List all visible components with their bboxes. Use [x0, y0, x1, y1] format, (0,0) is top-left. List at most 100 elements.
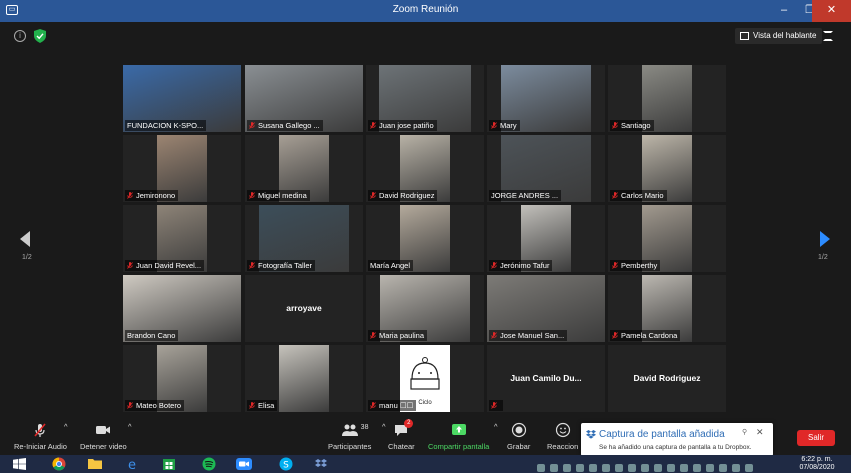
file-explorer-icon[interactable] — [84, 456, 106, 472]
participant-name-tag: Jose Manuel San... — [489, 330, 568, 341]
chat-unread-badge: 2 — [404, 419, 414, 428]
participant-tile[interactable]: Mateo Botero — [123, 345, 241, 412]
participant-tile[interactable]: David Rodriguez — [608, 345, 726, 412]
participant-name: Santiago — [621, 121, 651, 130]
share-screen-icon — [451, 424, 466, 435]
reactions-button[interactable]: Reaccion — [547, 422, 578, 451]
participant-tile[interactable]: Mary — [487, 65, 605, 132]
share-screen-button[interactable]: Compartir pantalla — [428, 422, 489, 451]
muted-mic-icon — [370, 401, 376, 409]
participant-tile[interactable]: Fotografía Taller — [245, 205, 363, 272]
participant-name: Brandon Cano — [127, 331, 176, 340]
video-label: Detener video — [80, 442, 127, 451]
participant-name: Mateo Botero — [136, 401, 182, 410]
skype-icon[interactable]: S — [275, 456, 297, 472]
participant-tile[interactable]: Jemironono — [123, 135, 241, 202]
info-icon[interactable]: i — [14, 30, 26, 42]
participant-name: Fotografía Taller — [258, 261, 313, 270]
leave-button[interactable]: Salir — [797, 430, 835, 446]
muted-mic-icon — [491, 401, 497, 409]
participant-name-tag: Miguel medina — [247, 190, 310, 201]
participant-tile[interactable]: Ciclo manu ☐☐ — [366, 345, 484, 412]
dropbox-taskbar-icon[interactable] — [310, 456, 332, 472]
participants-button[interactable]: 38 Participantes — [328, 422, 371, 451]
meeting-top-bar: i Vista del hablante — [0, 22, 851, 50]
participant-name-tag: Mateo Botero — [125, 400, 185, 411]
participant-tile[interactable]: Pemberthy — [608, 205, 726, 272]
video-camera-icon — [96, 426, 111, 434]
participant-tile[interactable]: arroyave — [245, 275, 363, 342]
share-options-caret[interactable]: ^ — [494, 422, 498, 431]
participant-tile[interactable]: Carlos Mario — [608, 135, 726, 202]
participant-tile[interactable]: Jerónimo Tafur — [487, 205, 605, 272]
encryption-shield-icon[interactable] — [34, 29, 46, 43]
muted-mic-icon — [249, 401, 255, 409]
participant-tile[interactable]: Elisa — [245, 345, 363, 412]
title-bar: ▭ Zoom Reunión – ❐ ✕ — [0, 0, 851, 22]
participants-options-caret[interactable]: ^ — [382, 422, 386, 431]
edge-icon[interactable]: e — [121, 456, 143, 472]
dropbox-icon — [586, 430, 596, 439]
page-indicator-right: 1/2 — [818, 254, 828, 261]
participant-name-tag: Fotografía Taller — [247, 260, 316, 271]
reactions-label: Reaccion — [547, 442, 579, 451]
participant-tile[interactable]: Maria paulina — [366, 275, 484, 342]
zoom-taskbar-icon[interactable] — [233, 456, 255, 472]
participant-tile[interactable]: Brandon Cano — [123, 275, 241, 342]
pin-icon[interactable]: ⚲ — [742, 428, 747, 436]
record-button[interactable]: Grabar — [507, 422, 530, 451]
muted-mic-icon — [249, 261, 255, 269]
participant-name-tag: Elisa — [247, 400, 278, 411]
participant-tile[interactable]: Susana Gallego ... — [245, 65, 363, 132]
chrome-icon[interactable] — [48, 456, 70, 472]
windows-taskbar: e S 6:22 p. m. 07/08/2020 — [0, 455, 851, 473]
participant-tile[interactable]: Juan David Revel... — [123, 205, 241, 272]
smiley-icon — [555, 422, 570, 438]
participant-tile[interactable]: Juan Camilo Du... — [487, 345, 605, 412]
taskbar-clock[interactable]: 6:22 p. m. 07/08/2020 — [796, 456, 838, 472]
participant-name: David Rodriguez — [379, 191, 435, 200]
participant-name: Miguel medina — [258, 191, 307, 200]
participant-tile[interactable]: David Rodriguez — [366, 135, 484, 202]
next-page-arrow[interactable] — [820, 231, 830, 247]
record-icon — [511, 422, 526, 438]
muted-mic-icon — [612, 261, 618, 269]
notification-close-icon[interactable]: ✕ — [756, 427, 764, 438]
close-button[interactable]: ✕ — [812, 0, 851, 22]
fullscreen-icon[interactable] — [823, 31, 833, 41]
participant-name-tag: Santiago — [610, 120, 654, 131]
participant-name: Susana Gallego ... — [258, 121, 320, 130]
muted-mic-icon — [612, 121, 618, 129]
store-icon[interactable] — [158, 456, 180, 472]
notification-title: Captura de pantalla añadida — [599, 429, 725, 440]
speaker-view-button[interactable]: Vista del hablante — [735, 28, 823, 44]
participant-tile[interactable]: FUNDACION K-SPO... — [123, 65, 241, 132]
muted-mic-icon — [249, 191, 255, 199]
participant-tile[interactable]: JORGE ANDRES ... — [487, 135, 605, 202]
participant-tile[interactable]: Pamela Cardona — [608, 275, 726, 342]
participant-tile[interactable]: Jose Manuel San... — [487, 275, 605, 342]
chat-button[interactable]: 2 Chatear — [388, 419, 415, 451]
dropbox-notification[interactable]: Captura de pantalla añadida Se ha añadid… — [581, 423, 773, 456]
video-button[interactable]: Detener video — [80, 422, 127, 451]
participant-name-tag: FUNDACION K-SPO... — [125, 120, 207, 131]
previous-page-arrow[interactable] — [20, 231, 30, 247]
muted-mic-icon — [370, 121, 376, 129]
spotify-icon[interactable] — [198, 456, 220, 472]
participant-display-name: David Rodriguez — [633, 373, 701, 383]
chat-icon-wrap: 2 — [393, 419, 414, 438]
audio-options-caret[interactable]: ^ — [64, 422, 68, 431]
system-tray[interactable] — [537, 459, 787, 472]
muted-mic-icon — [370, 331, 376, 339]
participant-tile[interactable]: Juan jose patiño — [366, 65, 484, 132]
participant-tile[interactable]: Santiago — [608, 65, 726, 132]
participant-tile[interactable]: Miguel medina — [245, 135, 363, 202]
chat-label: Chatear — [388, 442, 415, 451]
audio-button[interactable]: Re-Iniciar Audio — [14, 422, 67, 451]
participant-name: Carlos Mario — [621, 191, 664, 200]
minimize-button[interactable]: – — [771, 0, 797, 22]
video-options-caret[interactable]: ^ — [128, 422, 132, 431]
participant-tile[interactable]: María Angel — [366, 205, 484, 272]
windows-start-icon[interactable] — [13, 458, 26, 470]
participant-name: Juan jose patiño — [379, 121, 434, 130]
